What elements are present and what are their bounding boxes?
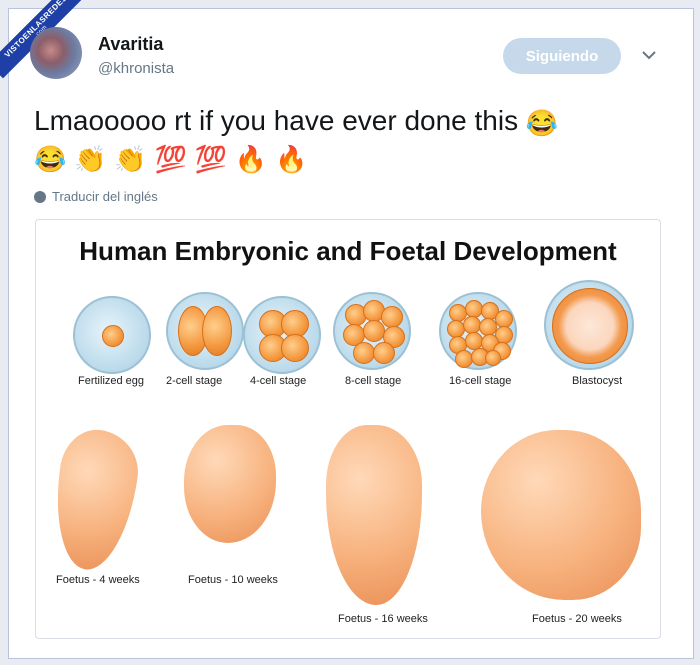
globe-icon — [34, 190, 46, 203]
foetus-label: Foetus - 20 weeks — [532, 613, 622, 625]
translate-label: Traducir del inglés — [52, 189, 158, 204]
stage-label: Blastocyst — [572, 375, 623, 387]
sixteen-cell-illustration — [439, 292, 517, 370]
hundred-points-emoji: 💯 — [154, 143, 187, 174]
tweet-body: Lmaooooo rt if you have ever done this — [34, 105, 519, 136]
foetus-label: Foetus - 10 weeks — [188, 574, 278, 586]
foetus-20-weeks-illustration — [481, 430, 641, 600]
fire-emoji: 🔥 — [274, 143, 308, 174]
stage-label: 16-cell stage — [449, 375, 512, 387]
foetus-4-weeks-illustration — [46, 425, 144, 575]
author-handle[interactable]: @khronista — [98, 60, 174, 77]
stage-label: 4-cell stage — [250, 375, 307, 387]
fire-emoji: 🔥 — [234, 143, 268, 174]
avatar-icon[interactable] — [30, 27, 82, 79]
foetus-label: Foetus - 4 weeks — [56, 574, 140, 586]
four-cell-illustration — [243, 296, 321, 374]
clapping-hands-emoji: 👏 — [114, 143, 147, 174]
foetus-16-weeks-illustration — [326, 425, 422, 605]
attached-image[interactable]: Human Embryonic and Foetal Development F… — [35, 219, 661, 639]
stage-label: 2-cell stage — [166, 375, 223, 387]
clapping-hands-emoji: 👏 — [74, 143, 107, 174]
image-title: Human Embryonic and Foetal Development — [79, 236, 617, 266]
tears-of-joy-emoji: 😂 — [525, 107, 559, 138]
tears-of-joy-emoji: 😂 — [34, 143, 67, 174]
cell-blob — [485, 350, 501, 366]
cell-blob — [381, 306, 403, 328]
eight-cell-illustration — [333, 292, 411, 370]
cell-blob — [281, 334, 309, 362]
cell-blob — [363, 320, 385, 342]
author-name[interactable]: Avaritia — [98, 34, 163, 55]
chevron-down-icon[interactable] — [640, 46, 658, 64]
fertilized-egg-illustration — [73, 296, 151, 374]
hundred-points-emoji: 💯 — [194, 143, 227, 174]
translate-link[interactable]: Traducir del inglés — [34, 189, 158, 204]
blastocyst-ring — [552, 288, 628, 364]
following-button[interactable]: Siguiendo — [503, 38, 621, 74]
foetus-10-weeks-illustration — [184, 425, 276, 543]
blastocyst-illustration — [544, 280, 634, 370]
cell-blob — [353, 342, 375, 364]
two-cell-illustration — [166, 292, 244, 370]
cell-blob — [202, 306, 232, 356]
tweet-text: Lmaooooo rt if you have ever done this 😂… — [34, 103, 654, 175]
stage-label: 8-cell stage — [345, 375, 402, 387]
cell-blob — [373, 342, 395, 364]
foetus-label: Foetus - 16 weeks — [338, 613, 428, 625]
stage-label: Fertilized egg — [78, 375, 145, 387]
egg-nucleus — [102, 325, 124, 347]
